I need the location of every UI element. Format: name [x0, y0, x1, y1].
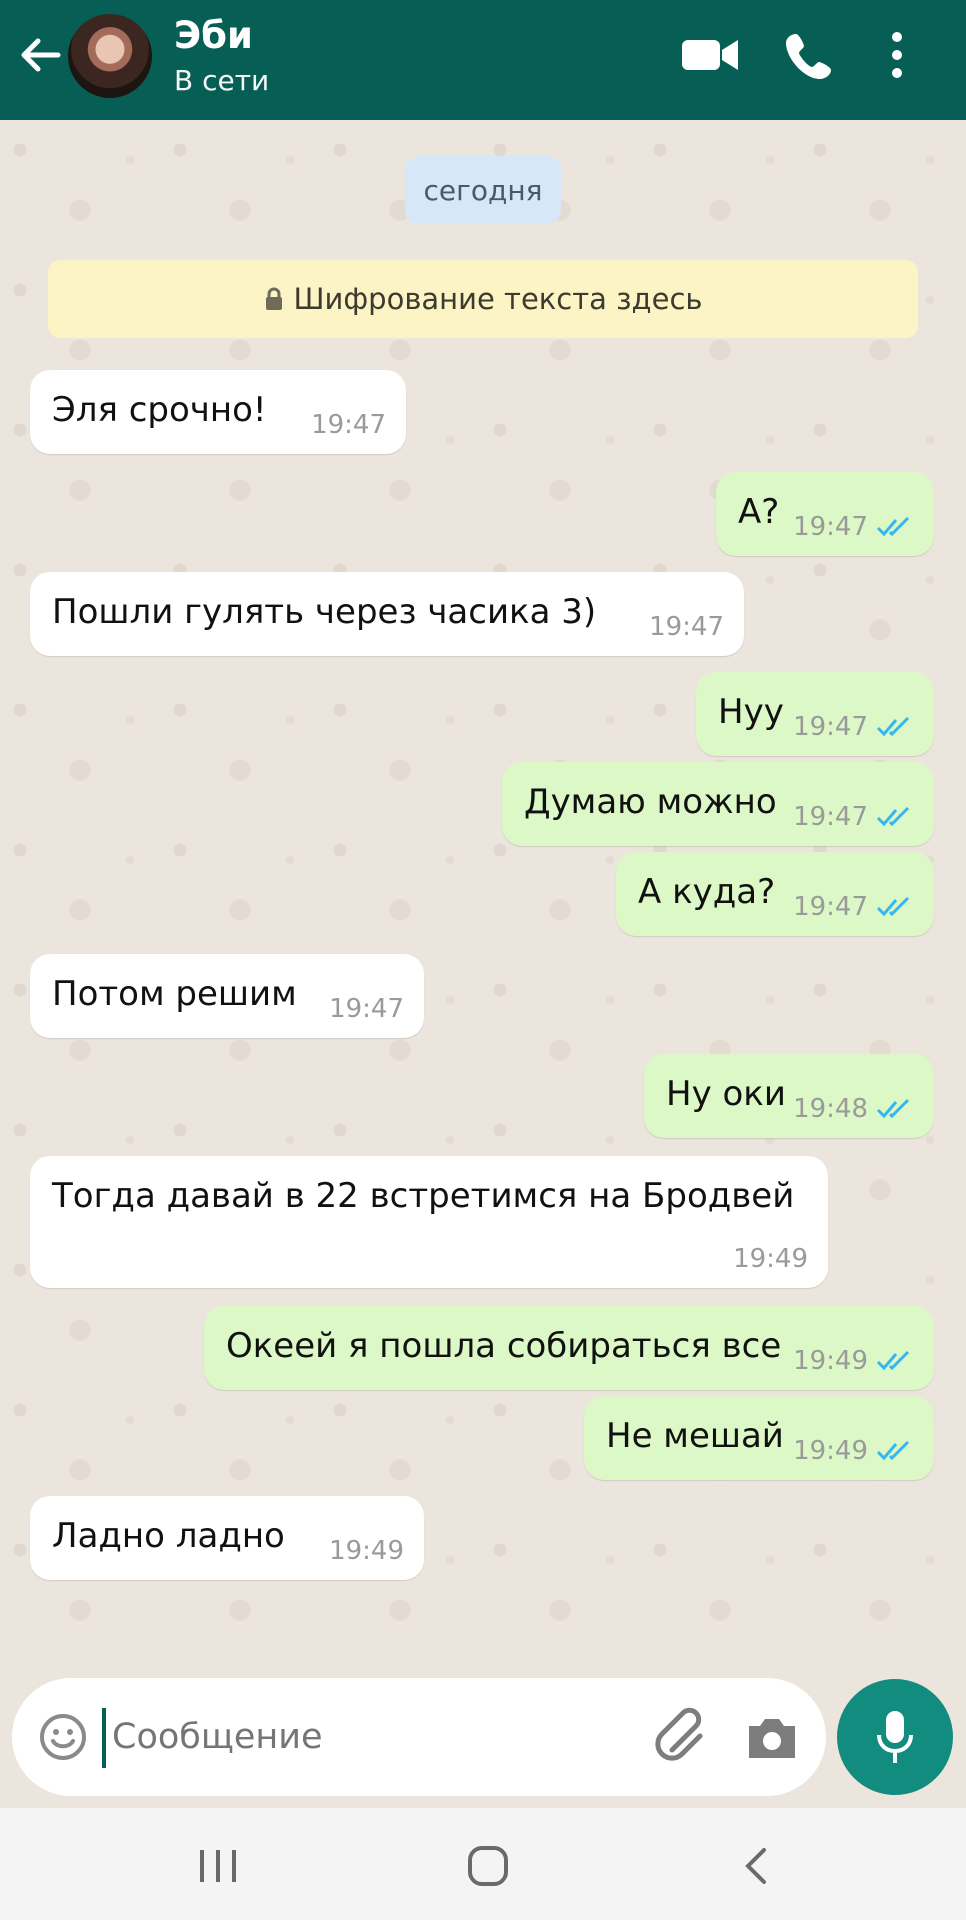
more-options-icon[interactable] — [882, 28, 912, 82]
outgoing-message[interactable]: Океей я пошла собираться все 19:49 — [204, 1306, 934, 1390]
message-text: Пошли гулять через часика 3) — [52, 592, 597, 632]
outgoing-message[interactable]: Ну оки 19:48 — [644, 1054, 934, 1138]
chat-area[interactable]: сегодня Шифрование текста здесь Эля сроч… — [0, 120, 966, 1680]
outgoing-message[interactable]: Нуу 19:47 — [696, 672, 934, 756]
incoming-message[interactable]: Ладно ладно 19:49 — [30, 1496, 424, 1580]
message-time: 19:47 — [793, 712, 868, 742]
home-icon[interactable] — [464, 1842, 512, 1890]
message-time: 19:49 — [793, 1346, 868, 1376]
back-icon[interactable] — [734, 1842, 782, 1890]
message-time: 19:47 — [793, 892, 868, 922]
message-text: Потом решим — [52, 974, 297, 1014]
message-text: Нуу — [718, 692, 784, 732]
contact-name[interactable]: Эби — [174, 14, 253, 57]
message-text: А куда? — [638, 872, 776, 912]
camera-icon[interactable] — [745, 1712, 799, 1762]
system-navigation-bar — [0, 1808, 966, 1920]
outgoing-message[interactable]: Думаю можно 19:47 — [502, 762, 934, 846]
voice-record-button[interactable] — [837, 1679, 953, 1795]
message-text: Думаю можно — [524, 782, 777, 822]
read-ticks-icon — [876, 896, 910, 917]
message-time: 19:49 — [733, 1244, 808, 1274]
message-time: 19:47 — [793, 512, 868, 542]
incoming-message[interactable]: Тогда давай в 22 встретимся на Бродвей 1… — [30, 1156, 828, 1288]
message-composer — [12, 1678, 826, 1796]
read-ticks-icon — [876, 716, 910, 737]
outgoing-message[interactable]: А куда? 19:47 — [616, 852, 934, 936]
incoming-message[interactable]: Потом решим 19:47 — [30, 954, 424, 1038]
message-text: Океей я пошла собираться все — [226, 1326, 782, 1366]
message-input[interactable] — [112, 1706, 532, 1768]
read-ticks-icon — [876, 1098, 910, 1119]
message-text: Не мешай — [606, 1416, 784, 1456]
date-chip: сегодня — [405, 156, 561, 224]
video-call-icon[interactable] — [680, 28, 740, 82]
chat-header: Эби В сети — [0, 0, 966, 120]
message-time: 19:49 — [793, 1436, 868, 1466]
incoming-message[interactable]: Пошли гулять через часика 3) 19:47 — [30, 572, 744, 656]
message-time: 19:48 — [793, 1094, 868, 1124]
message-time: 19:47 — [649, 612, 724, 642]
encryption-notice-text: Шифрование текста здесь — [293, 282, 703, 316]
contact-avatar[interactable] — [68, 14, 152, 98]
message-time: 19:47 — [793, 802, 868, 832]
back-arrow-icon[interactable] — [18, 33, 62, 77]
incoming-message[interactable]: Эля срочно! 19:47 — [30, 370, 406, 454]
read-ticks-icon — [876, 1350, 910, 1371]
contact-status: В сети — [174, 64, 270, 97]
microphone-icon — [877, 1711, 913, 1763]
message-text: Эля срочно! — [52, 390, 267, 430]
message-text: А? — [738, 492, 780, 532]
attach-icon[interactable] — [652, 1706, 714, 1768]
recent-apps-icon[interactable] — [194, 1842, 242, 1890]
message-text: Ладно ладно — [52, 1516, 285, 1556]
text-caret — [102, 1708, 106, 1768]
outgoing-message[interactable]: Не мешай 19:49 — [584, 1396, 934, 1480]
message-time: 19:47 — [329, 994, 404, 1024]
lock-icon — [265, 287, 282, 310]
read-ticks-icon — [876, 1440, 910, 1461]
message-time: 19:49 — [329, 1536, 404, 1566]
message-time: 19:47 — [311, 410, 386, 440]
voice-call-icon[interactable] — [780, 28, 840, 82]
encryption-notice[interactable]: Шифрование текста здесь — [48, 260, 918, 338]
message-text: Ну оки — [666, 1074, 786, 1114]
read-ticks-icon — [876, 516, 910, 537]
message-text: Тогда давай в 22 встретимся на Бродвей — [52, 1176, 795, 1216]
read-ticks-icon — [876, 806, 910, 827]
outgoing-message[interactable]: А? 19:47 — [716, 472, 934, 556]
emoji-icon[interactable] — [38, 1712, 88, 1762]
